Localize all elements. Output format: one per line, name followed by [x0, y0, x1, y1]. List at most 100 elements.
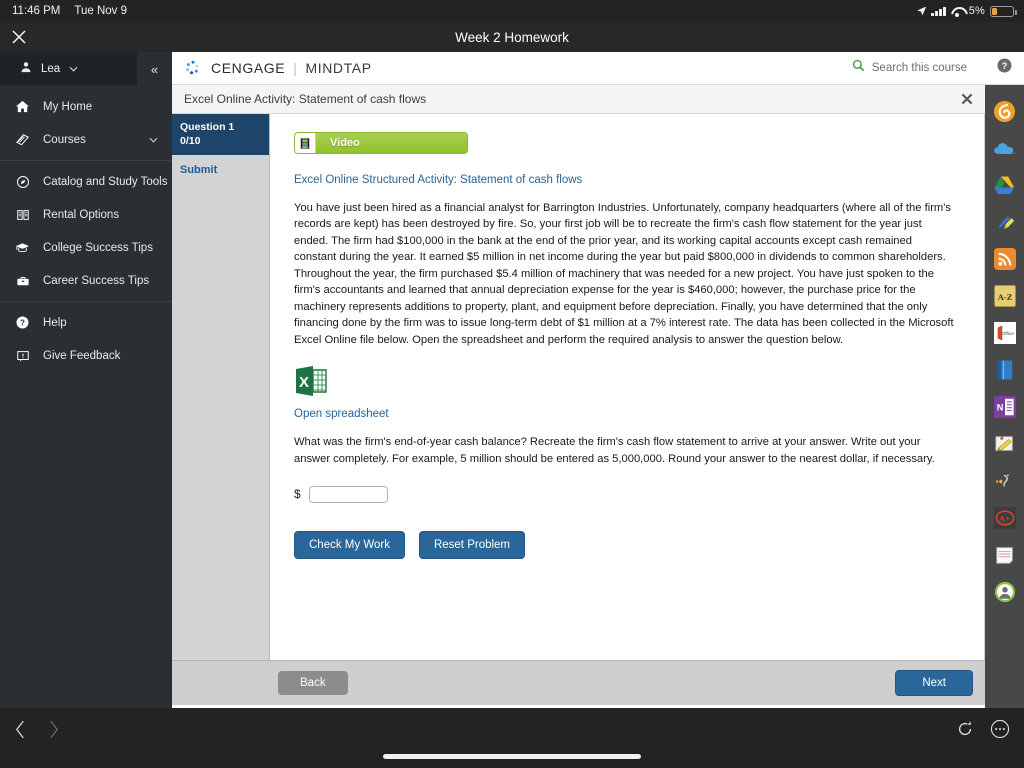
browser-bottom-bar	[0, 708, 1024, 768]
chevron-right-icon	[47, 719, 60, 745]
activity-body: Question 1 0/10 Submit Video Excel Onlin…	[172, 114, 985, 660]
wifi-icon	[951, 6, 964, 17]
close-icon[interactable]	[10, 28, 28, 46]
question-circle-icon: ?	[996, 57, 1013, 79]
search-this-course[interactable]: Search this course	[852, 59, 973, 77]
left-sidebar: Lea My Home Courses Catalog and Study To…	[0, 52, 172, 708]
svg-text:X: X	[299, 374, 309, 391]
sidebar-item-catalog-and-study-tools[interactable]: Catalog and Study Tools	[0, 165, 172, 198]
search-icon	[852, 59, 865, 77]
film-strip-icon	[295, 133, 316, 153]
rail-help-button[interactable]: ?	[985, 52, 1024, 85]
sidebar-item-my-home[interactable]: My Home	[0, 90, 172, 123]
activity-bar: Excel Online Activity: Statement of cash…	[172, 85, 985, 114]
sidebar-item-career-success-tips[interactable]: Career Success Tips	[0, 264, 172, 297]
sidebar-item-label: Give Feedback	[43, 349, 121, 362]
rss-icon[interactable]	[993, 247, 1017, 271]
spreadsheet-link-group[interactable]: X Open spreadsheet	[294, 364, 954, 420]
chevrons-left-icon: «	[150, 61, 159, 77]
action-buttons: Check My Work Reset Problem	[294, 530, 954, 559]
cellular-signal-icon	[931, 6, 946, 16]
dictionary-a-z-icon[interactable]: A-Z	[993, 284, 1017, 308]
question-prompt: What was the firm's end-of-year cash bal…	[294, 436, 935, 465]
answer-row: $	[294, 485, 954, 503]
reset-problem-button[interactable]: Reset Problem	[418, 530, 526, 559]
mindtap-header: CENGAGE | MINDTAP Search this course	[172, 52, 985, 85]
orange-swirl-icon[interactable]	[993, 99, 1017, 123]
home-icon	[14, 98, 31, 115]
briefcase-icon	[14, 272, 31, 289]
question-content: Video Excel Online Structured Activity: …	[270, 114, 985, 660]
chevron-down-icon	[149, 135, 158, 145]
brand-divider: |	[293, 60, 298, 76]
battery-percent: 5%	[968, 5, 985, 17]
svg-text:A+: A+	[998, 513, 1009, 523]
cloud-icon[interactable]	[993, 136, 1017, 160]
right-tool-rail: ? A-Z Office N A+	[985, 52, 1024, 708]
ms-office-icon[interactable]: Office	[993, 321, 1017, 345]
notebook-pencil-icon[interactable]	[993, 432, 1017, 456]
sidebar-user-name: Lea	[41, 62, 61, 75]
sidebar-item-label: Career Success Tips	[43, 274, 150, 287]
sidebar-divider	[0, 301, 172, 302]
video-button[interactable]: Video	[294, 132, 468, 154]
chevron-down-icon	[69, 64, 78, 74]
a-plus-grade-icon[interactable]: A+	[993, 506, 1017, 530]
more-options-icon[interactable]	[990, 719, 1010, 744]
sidebar-item-rental-options[interactable]: Rental Options	[0, 198, 172, 231]
back-button[interactable]: Back	[278, 671, 348, 695]
video-button-label: Video	[330, 137, 360, 149]
svg-text:N: N	[996, 403, 1003, 413]
sidebar-item-label: College Success Tips	[43, 241, 153, 254]
question-circle-icon: ?	[14, 314, 31, 331]
problem-paragraph: You have just been hired as a financial …	[294, 202, 954, 346]
brand-mindtap-text: MINDTAP	[305, 60, 372, 76]
sidebar-collapse-button[interactable]: «	[137, 52, 172, 86]
cengage-logo-icon	[184, 59, 202, 77]
brand-cengage-text: CENGAGE	[211, 60, 286, 76]
onenote-icon[interactable]: N	[993, 395, 1017, 419]
activity-heading-link[interactable]: Excel Online Structured Activity: Statem…	[294, 174, 954, 186]
sidebar-item-label: Courses	[43, 133, 86, 146]
sidebar-nav: My Home Courses Catalog and Study Tools	[0, 86, 172, 372]
svg-text:A-Z: A-Z	[997, 292, 1012, 302]
sidebar-item-give-feedback[interactable]: Give Feedback	[0, 339, 172, 372]
search-input[interactable]: Search this course	[872, 62, 967, 74]
activity-close-icon[interactable]	[959, 91, 975, 107]
next-button[interactable]: Next	[895, 670, 973, 696]
activity-title: Excel Online Activity: Statement of cash…	[184, 92, 427, 106]
home-indicator	[383, 754, 641, 759]
location-arrow-icon	[917, 6, 927, 16]
sidebar-item-help[interactable]: ? Help	[0, 306, 172, 339]
open-book-icon	[14, 206, 31, 223]
graduation-cap-icon	[14, 239, 31, 256]
chevron-left-icon[interactable]	[14, 719, 27, 745]
sidebar-item-college-success-tips[interactable]: College Success Tips	[0, 231, 172, 264]
status-date: Tue Nov 9	[74, 5, 128, 17]
user-avatar-icon[interactable]	[993, 580, 1017, 604]
app-title-bar: Week 2 Homework	[0, 22, 1024, 52]
question-label: Question 1	[180, 121, 235, 133]
check-my-work-button[interactable]: Check My Work	[294, 530, 405, 559]
sidebar-item-label: My Home	[43, 100, 93, 113]
svg-text:Office: Office	[1001, 331, 1014, 337]
svg-text:?: ?	[20, 319, 25, 328]
currency-symbol: $	[294, 487, 301, 502]
reload-icon[interactable]	[956, 720, 974, 743]
excel-file-icon[interactable]: X	[294, 366, 328, 402]
feedback-icon	[14, 347, 31, 364]
answer-input[interactable]	[308, 485, 388, 503]
google-drive-icon[interactable]	[993, 173, 1017, 197]
sidebar-item-label: Help	[43, 316, 67, 329]
sidebar-item-courses[interactable]: Courses	[0, 123, 172, 156]
notepad-icon[interactable]	[993, 543, 1017, 567]
blue-book-icon[interactable]	[993, 358, 1017, 382]
question-nav-item-1[interactable]: Question 1 0/10	[172, 114, 269, 156]
submit-link[interactable]: Submit	[172, 155, 269, 185]
sidebar-divider	[0, 160, 172, 161]
compass-icon	[14, 173, 31, 190]
mindtap-frame: CENGAGE | MINDTAP Search this course Exc…	[172, 52, 985, 708]
pen-highlighter-icon[interactable]	[993, 210, 1017, 234]
read-aloud-icon[interactable]	[993, 469, 1017, 493]
open-spreadsheet-link[interactable]: Open spreadsheet	[294, 408, 954, 420]
